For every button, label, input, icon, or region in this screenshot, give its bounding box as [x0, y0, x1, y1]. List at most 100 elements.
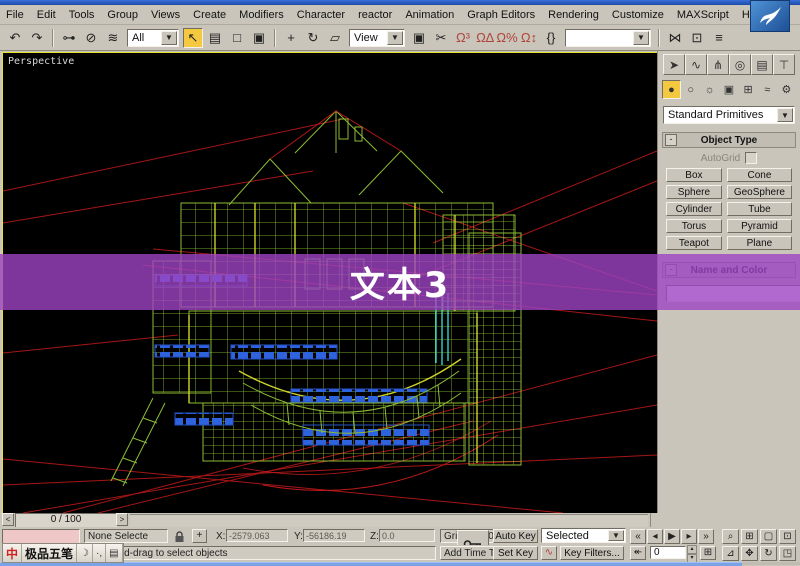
cat-shapes-icon[interactable]: ○ [681, 80, 700, 99]
reference-coordinate-dropdown[interactable]: View ▼ [349, 29, 405, 47]
maxthon-bird-icon[interactable] [750, 0, 790, 32]
dropdown-arrow-icon[interactable]: ▼ [608, 530, 624, 541]
field-of-view-icon[interactable]: ⊿ [722, 546, 739, 561]
key-mode-toggle[interactable]: ↞ [630, 546, 646, 560]
tab-display-icon[interactable]: ▤ [751, 54, 773, 75]
absolute-offset-toggle[interactable]: + [192, 529, 207, 543]
cat-systems-icon[interactable]: ⚙ [777, 80, 796, 99]
ime-mode-button[interactable]: 中 [3, 544, 22, 562]
select-and-manipulate-icon[interactable]: ✂ [431, 28, 451, 48]
primitive-button[interactable]: Cylinder [666, 202, 722, 216]
time-prev-button[interactable]: < [2, 513, 14, 526]
arc-rotate-icon[interactable]: ↻ [760, 546, 777, 561]
dropdown-arrow-icon[interactable]: ▼ [161, 31, 177, 45]
bind-to-space-warp-icon[interactable]: ≋ [103, 28, 123, 48]
primitive-button[interactable]: Sphere [666, 185, 722, 199]
menu-item[interactable]: Customize [612, 9, 664, 21]
select-by-name-icon[interactable]: ▤ [205, 28, 225, 48]
select-and-rotate-icon[interactable]: ↻ [303, 28, 323, 48]
menu-item[interactable]: Tools [69, 9, 95, 21]
select-and-scale-icon[interactable]: ▱ [325, 28, 345, 48]
named-selection-sets-dropdown[interactable]: ▼ [565, 29, 651, 47]
percent-snap-icon[interactable]: Ω% [497, 28, 517, 48]
dropdown-arrow-icon[interactable]: ▼ [387, 31, 403, 45]
x-coordinate-field[interactable]: -2579.063 [226, 529, 288, 542]
selection-set-dropdown[interactable]: Selected ▼ [541, 528, 626, 543]
y-coordinate-field[interactable]: -56186.19 [303, 529, 365, 542]
new-key-curve-icon[interactable]: ∿ [541, 546, 557, 560]
menu-item[interactable]: MAXScript [677, 9, 729, 21]
goto-end-button[interactable]: » [698, 529, 714, 544]
zoom-icon[interactable]: ⌕ [722, 529, 739, 544]
menu-item[interactable]: Character [297, 9, 345, 21]
goto-start-button[interactable]: « [630, 529, 646, 544]
menu-item[interactable]: Group [107, 9, 138, 21]
time-next-button[interactable]: > [116, 513, 128, 526]
object-type-rollout[interactable]: - Object Type [662, 132, 796, 148]
ime-softkeyboard-icon[interactable]: ▤ [106, 544, 122, 562]
zoom-extents-icon[interactable]: ▢ [760, 529, 777, 544]
menu-item[interactable]: Graph Editors [467, 9, 535, 21]
ime-name-label[interactable]: 极品五笔 [22, 544, 77, 562]
play-button[interactable]: ▶ [664, 529, 680, 544]
current-frame-field[interactable] [650, 546, 686, 559]
menu-item[interactable]: Modifiers [239, 9, 284, 21]
angle-snap-icon[interactable]: Ω∆ [475, 28, 495, 48]
select-and-link-icon[interactable]: ⊶ [59, 28, 79, 48]
cat-helpers-icon[interactable]: ⊞ [739, 80, 758, 99]
selection-region-icon[interactable]: □ [227, 28, 247, 48]
layer-manager-icon[interactable]: ≡ [709, 28, 729, 48]
edit-named-selections-icon[interactable]: {} [541, 28, 561, 48]
menu-item[interactable]: Create [193, 9, 226, 21]
mirror-icon[interactable]: ⋈ [665, 28, 685, 48]
menu-item[interactable]: Edit [37, 9, 56, 21]
dropdown-arrow-icon[interactable]: ▼ [777, 108, 793, 122]
set-key-button[interactable]: Set Key [493, 546, 538, 560]
ime-punctuation-toggle[interactable]: ·, [93, 544, 106, 562]
snap-toggle-3-icon[interactable]: Ω³ [453, 28, 473, 48]
primitive-button[interactable]: Plane [727, 236, 792, 250]
track-bar[interactable] [130, 514, 648, 527]
primitive-button[interactable]: Cone [727, 168, 792, 182]
dropdown-arrow-icon[interactable]: ▼ [633, 31, 649, 45]
window-crossing-icon[interactable]: ▣ [249, 28, 269, 48]
cat-spacewarps-icon[interactable]: ≈ [758, 80, 777, 99]
pan-icon[interactable]: ✥ [741, 546, 758, 561]
frame-spinner[interactable]: ▴▾ [687, 545, 697, 560]
zoom-all-icon[interactable]: ⊞ [741, 529, 758, 544]
tab-modify-icon[interactable]: ∿ [685, 54, 707, 75]
primitive-button[interactable]: Box [666, 168, 722, 182]
unlink-selection-icon[interactable]: ⊘ [81, 28, 101, 48]
next-frame-button[interactable]: ▸ [681, 529, 697, 544]
z-coordinate-field[interactable]: 0.0 [379, 529, 435, 542]
tab-motion-icon[interactable]: ◎ [729, 54, 751, 75]
menu-item[interactable]: Views [151, 9, 180, 21]
primitive-button[interactable]: Torus [666, 219, 722, 233]
primitive-button[interactable]: Tube [727, 202, 792, 216]
cat-geometry-icon[interactable]: ● [662, 80, 681, 99]
tab-create-icon[interactable]: ➤ [663, 54, 685, 75]
tab-hierarchy-icon[interactable]: ⋔ [707, 54, 729, 75]
auto-key-button[interactable]: Auto Key [493, 529, 538, 543]
cat-cameras-icon[interactable]: ▣ [719, 80, 738, 99]
zoom-extents-all-icon[interactable]: ⊡ [779, 529, 796, 544]
time-configuration-button[interactable]: ⊞ [700, 546, 716, 560]
time-slider[interactable]: 0 / 100 [15, 513, 117, 528]
select-and-move-icon[interactable]: + [281, 28, 301, 48]
rollout-collapse-icon[interactable]: - [665, 134, 677, 146]
ime-fullhalf-moon-icon[interactable]: ☽ [77, 544, 93, 562]
use-pivot-center-icon[interactable]: ▣ [409, 28, 429, 48]
menu-item[interactable]: reactor [358, 9, 392, 21]
primitive-button[interactable]: Teapot [666, 236, 722, 250]
select-object-icon[interactable]: ↖ [183, 28, 203, 48]
selection-filter-dropdown[interactable]: All ▼ [127, 29, 179, 47]
align-icon[interactable]: ⊡ [687, 28, 707, 48]
key-filters-button[interactable]: Key Filters... [560, 546, 624, 560]
redo-icon[interactable]: ↷ [27, 28, 47, 48]
primitives-category-dropdown[interactable]: Standard Primitives ▼ [663, 106, 795, 124]
menu-item[interactable]: Animation [405, 9, 454, 21]
cat-lights-icon[interactable]: ☼ [700, 80, 719, 99]
menu-item[interactable]: Rendering [548, 9, 599, 21]
primitive-button[interactable]: Pyramid [727, 219, 792, 233]
spinner-snap-icon[interactable]: Ω↕ [519, 28, 539, 48]
